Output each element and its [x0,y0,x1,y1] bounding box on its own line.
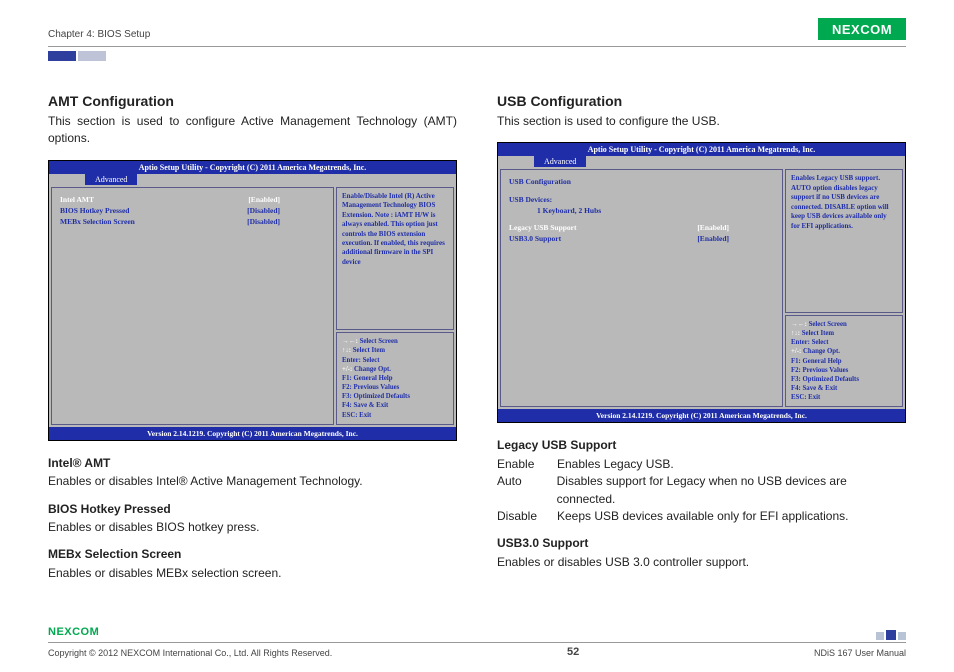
bios-help: Enables Legacy USB support. AUTO option … [785,169,903,312]
bios-help: Enable/Disable Intel (R) Active Manageme… [336,187,454,330]
chapter-label: Chapter 4: BIOS Setup [48,29,150,40]
left-column: AMT Configuration This section is used t… [48,93,457,582]
bios-main: Intel AMT[Enabled] BIOS Hotkey Pressed[D… [51,187,334,425]
page-number: 52 [567,646,579,658]
usb-title: USB Configuration [497,93,906,109]
amt-intro: This section is used to configure Active… [48,113,457,148]
bios-tab-advanced: Advanced [85,174,137,185]
brand-logo: NEXCOM [818,18,906,40]
bios-tabs: Advanced [498,156,905,167]
content-columns: AMT Configuration This section is used t… [48,93,906,582]
footer-copyright: Copyright © 2012 NEXCOM International Co… [48,648,332,658]
usb-bios-panel: Aptio Setup Utility - Copyright (C) 2011… [497,142,906,423]
header-rule [48,46,906,47]
bios-title: Aptio Setup Utility - Copyright (C) 2011… [49,161,456,174]
bios-title: Aptio Setup Utility - Copyright (C) 2011… [498,143,905,156]
bios-main: USB Configuration USB Devices: 1 Keyboar… [500,169,783,407]
page-footer: NEXCOM Copyright © 2012 NEXCOM Internati… [48,624,906,658]
footer-accent-icon [876,630,906,640]
usb-descriptions: Legacy USB Support EnableEnables Legacy … [497,437,906,571]
bios-keys: →←: Select Screen ↑↓: Select Item Enter:… [336,332,454,425]
amt-title: AMT Configuration [48,93,457,109]
bios-tabs: Advanced [49,174,456,185]
page-header: Chapter 4: BIOS Setup NEXCOM [48,18,906,44]
bios-keys: →←: Select Screen ↑↓: Select Item Enter:… [785,315,903,408]
bios-footer: Version 2.14.1219. Copyright (C) 2011 Am… [498,409,905,422]
right-column: USB Configuration This section is used t… [497,93,906,582]
amt-bios-panel: Aptio Setup Utility - Copyright (C) 2011… [48,160,457,441]
bios-footer: Version 2.14.1219. Copyright (C) 2011 Am… [49,427,456,440]
usb-intro: This section is used to configure the US… [497,113,906,130]
footer-logo: NEXCOM [48,624,112,640]
header-accent-tabs [48,51,906,61]
bios-tab-advanced: Advanced [534,156,586,167]
amt-descriptions: Intel® AMT Enables or disables Intel® Ac… [48,455,457,582]
footer-doc: NDiS 167 User Manual [814,648,906,658]
